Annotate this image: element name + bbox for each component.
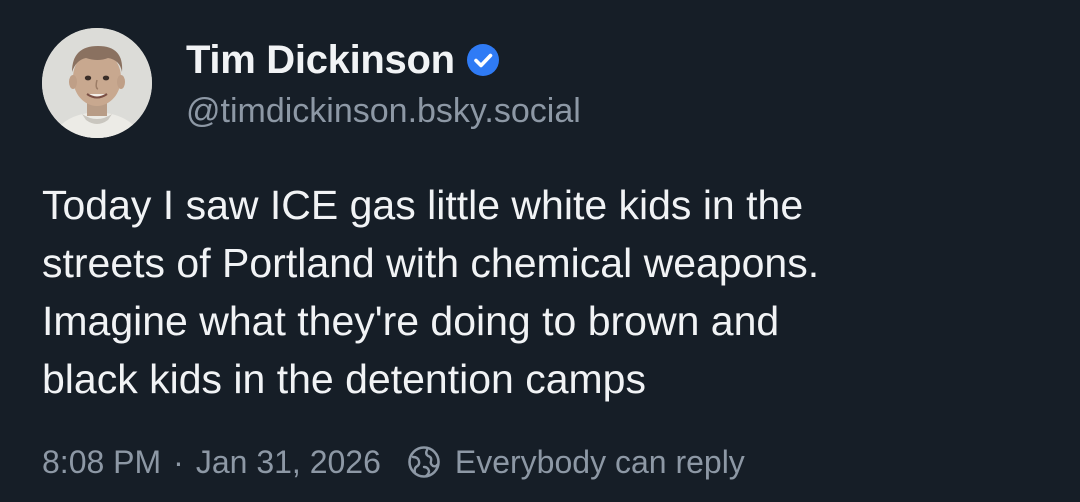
meta-separator: ·	[173, 443, 184, 480]
post-text-line: Today I saw ICE gas little white kids in…	[42, 182, 804, 228]
avatar-photo	[42, 28, 152, 138]
author-display-name[interactable]: Tim Dickinson	[186, 38, 455, 83]
post-text: Today I saw ICE gas little white kids in…	[42, 176, 1042, 408]
globe-icon	[408, 446, 440, 478]
reply-setting[interactable]: Everybody can reply	[455, 444, 745, 481]
post: Tim Dickinson @timdickinson.bsky.social …	[0, 0, 1080, 502]
verified-badge-icon	[466, 44, 499, 76]
post-time[interactable]: 8:08 PM	[42, 444, 161, 481]
post-meta: 8:08 PM · Jan 31, 2026 Everybody can rep…	[42, 438, 745, 486]
avatar[interactable]	[42, 28, 152, 138]
author-handle[interactable]: @timdickinson.bsky.social	[186, 92, 581, 131]
post-date[interactable]: Jan 31, 2026	[196, 444, 381, 481]
author-name-row: Tim Dickinson	[186, 36, 499, 84]
post-text-line: Imagine what they're doing to brown and	[42, 298, 780, 344]
post-text-line: black kids in the detention camps	[42, 356, 646, 402]
post-text-line: streets of Portland with chemical weapon…	[42, 240, 820, 286]
